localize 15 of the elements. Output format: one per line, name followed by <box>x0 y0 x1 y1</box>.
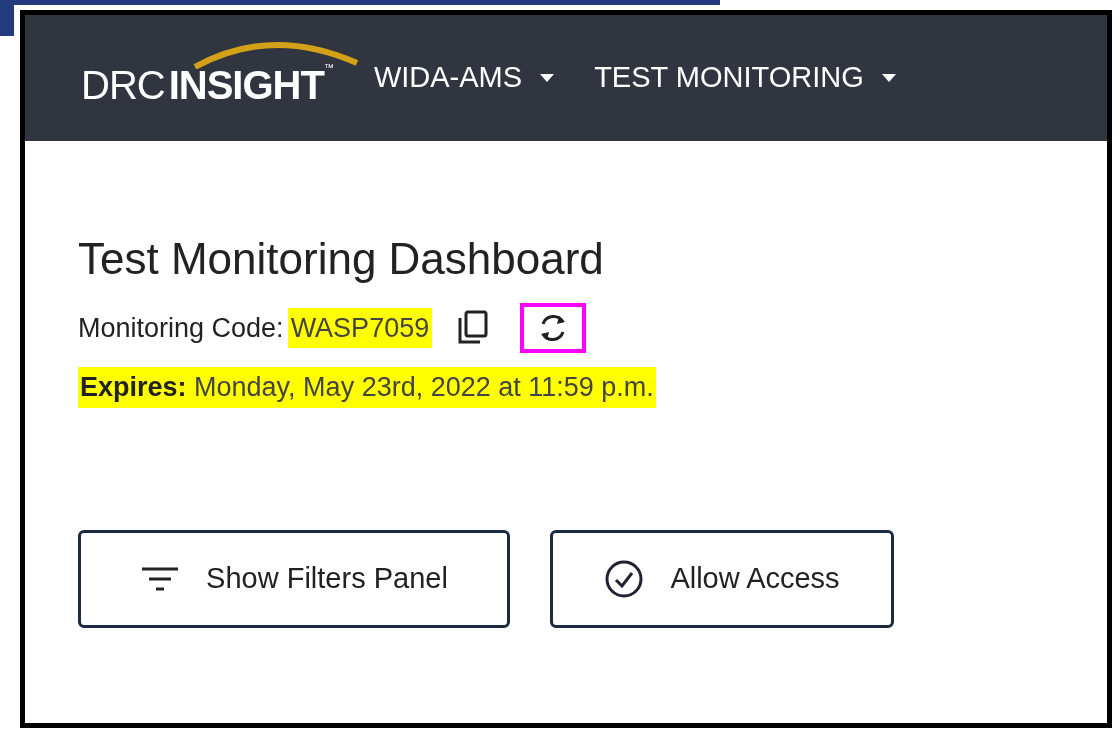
refresh-button[interactable] <box>520 303 587 353</box>
expiry-text: Expires: Monday, May 23rd, 2022 at 11:59 p.m. <box>78 367 656 408</box>
logo-text: DRC <box>81 65 165 105</box>
show-filters-button[interactable]: Show Filters Panel <box>78 529 510 628</box>
allow-access-button[interactable]: Allow Access <box>550 529 894 628</box>
page-title: Test Monitoring Dashboard <box>78 237 605 281</box>
monitoring-code: WASP7059 <box>287 307 433 349</box>
caret-icon <box>881 74 896 82</box>
check-circle-icon <box>604 558 645 599</box>
logo-text: INSIGHT <box>168 65 324 105</box>
nav-menu[interactable]: TEST MONITORING <box>594 56 896 100</box>
copy-icon[interactable] <box>456 310 491 346</box>
nav-menu[interactable]: WIDA-AMS <box>373 56 555 100</box>
caret-icon <box>540 74 555 82</box>
monitoring-code-label: Monitoring Code: <box>78 311 284 345</box>
